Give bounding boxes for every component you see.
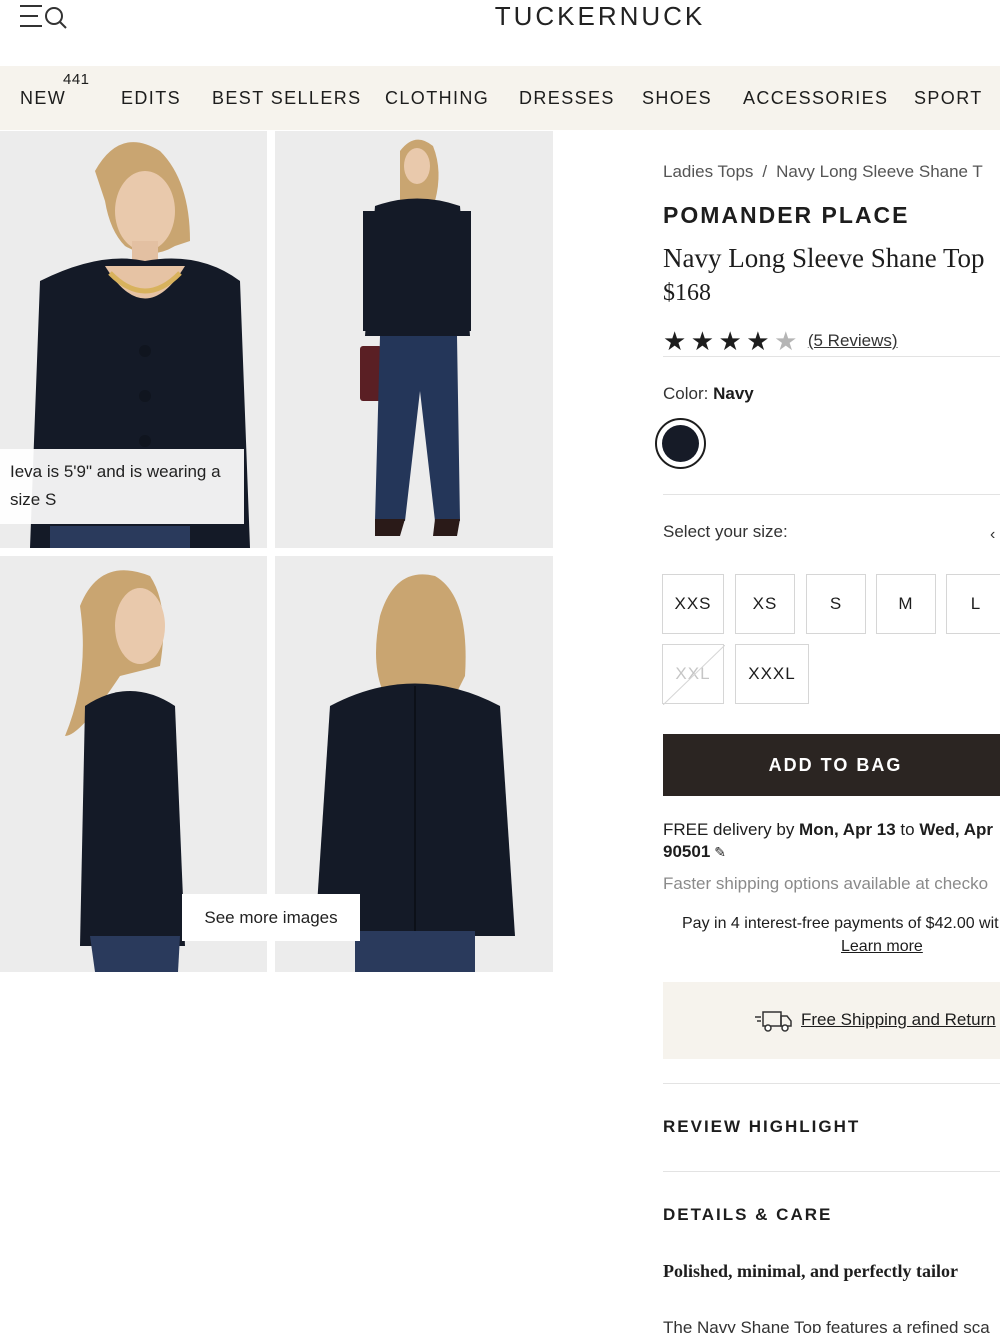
learn-more-link[interactable]: Learn more [841, 938, 923, 956]
color-label: Color: Navy [663, 384, 754, 404]
delivery-to: Wed, Apr [919, 820, 993, 839]
reviews-link[interactable]: (5 Reviews) [808, 331, 898, 350]
product-brand[interactable]: POMANDER PLACE [663, 202, 910, 229]
nav-item-dresses[interactable]: DRESSES [519, 88, 615, 109]
pencil-icon[interactable]: ✎ [714, 841, 726, 863]
nav-item-edits[interactable]: EDITS [121, 88, 181, 109]
size-label: Select your size: [663, 522, 788, 541]
rating-stars[interactable]: ★ ★ ★ ★ ★ (5 Reviews) [663, 328, 898, 358]
main-nav: NEW 441 EDITS BEST SELLERS CLOTHING DRES… [0, 66, 1000, 130]
top-header: TUCKERNUCK [0, 0, 1000, 66]
nav-item-clothing[interactable]: CLOTHING [385, 88, 489, 109]
details-care-heading[interactable]: DETAILS & CARE [663, 1205, 832, 1225]
star-icon: ★ [718, 326, 742, 356]
star-icon: ★ [746, 326, 770, 356]
color-swatch-navy[interactable] [655, 418, 706, 469]
details-description: The Navy Shane Top features a refined sc… [663, 1318, 990, 1333]
chevron-left-icon[interactable]: ‹ [990, 526, 995, 544]
size-l-button[interactable]: L [946, 574, 1000, 634]
breadcrumb-ladies-tops[interactable]: Ladies Tops [663, 162, 753, 181]
star-icon: ★ [690, 326, 715, 356]
new-count-badge: 441 [63, 71, 90, 88]
breadcrumb-separator: / [762, 162, 768, 181]
see-more-images-button[interactable]: See more images [182, 894, 360, 941]
divider [663, 1083, 1000, 1084]
truck-icon [755, 1008, 793, 1034]
delivery-zip[interactable]: 90501 [663, 842, 710, 861]
divider [663, 1171, 1000, 1172]
review-highlight-heading[interactable]: REVIEW HIGHLIGHT [663, 1117, 860, 1137]
nav-item-sport[interactable]: SPORT [914, 88, 983, 109]
size-xxs-button[interactable]: XXS [662, 574, 724, 634]
divider [663, 356, 1000, 357]
add-to-bag-button[interactable]: ADD TO BAG [663, 734, 1000, 796]
size-s-button[interactable]: S [806, 574, 866, 634]
free-shipping-link[interactable]: Free Shipping and Return [801, 1010, 996, 1030]
delivery-estimate: FREE delivery by Mon, Apr 13 to Wed, Apr… [663, 819, 993, 863]
size-xxxl-button[interactable]: XXXL [735, 644, 809, 704]
faster-shipping-note: Faster shipping options available at che… [663, 874, 989, 893]
product-title: Navy Long Sleeve Shane Top [663, 243, 985, 273]
delivery-from: Mon, Apr 13 [799, 820, 896, 839]
nav-item-new[interactable]: NEW [20, 88, 66, 109]
size-xxl-button-disabled: XXL [662, 644, 725, 705]
star-empty-icon: ★ [774, 326, 798, 356]
breadcrumb-current: Navy Long Sleeve Shane T [776, 162, 983, 181]
color-value: Navy [713, 384, 754, 403]
divider [663, 494, 1000, 495]
delivery-mid: to [895, 820, 920, 839]
size-xs-button[interactable]: XS [735, 574, 795, 634]
breadcrumb: Ladies Tops / Navy Long Sleeve Shane T [663, 162, 983, 182]
star-icon: ★ [663, 326, 687, 356]
nav-item-shoes[interactable]: SHOES [642, 88, 712, 109]
delivery-prefix: FREE delivery by [663, 820, 800, 839]
size-m-button[interactable]: M [876, 574, 936, 634]
nav-item-accessories[interactable]: ACCESSORIES [743, 88, 888, 109]
color-label-text: Color: [663, 384, 709, 403]
product-image-front-full[interactable] [275, 131, 553, 548]
details-headline: Polished, minimal, and perfectly tailor [663, 1261, 958, 1281]
site-logo[interactable]: TUCKERNUCK [0, 0, 1000, 32]
product-price: $168 [663, 280, 711, 306]
pay-in-4-note: Pay in 4 interest-free payments of $42.0… [682, 915, 999, 932]
swatch-dot [662, 425, 699, 462]
nav-item-best-sellers[interactable]: BEST SELLERS [212, 88, 362, 109]
model-caption: Ieva is 5'9" and is wearing a size S [0, 449, 244, 524]
